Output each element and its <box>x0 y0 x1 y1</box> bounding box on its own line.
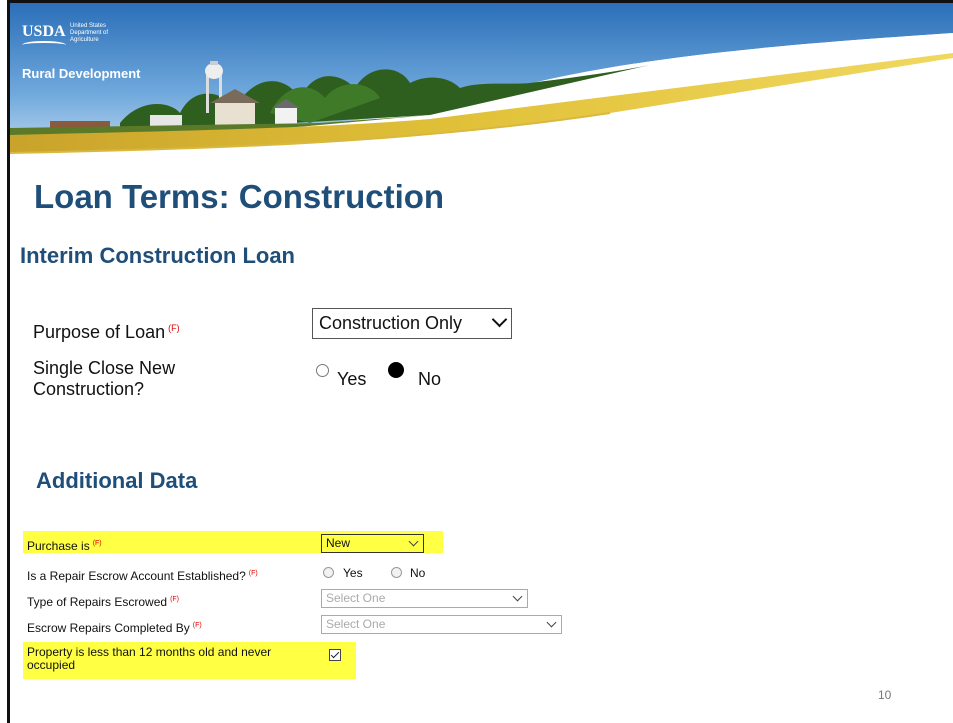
section-heading-additional: Additional Data <box>36 468 198 493</box>
usda-agency-name: United States Department of Agriculture <box>70 23 109 43</box>
single-close-label: Single Close New Construction? <box>33 358 176 399</box>
repairs-completed-text: Escrow Repairs Completed By <box>27 621 190 635</box>
field-flag: (F) <box>192 622 202 629</box>
repair-escrow-label: Is a Repair Escrow Account Established?(… <box>27 567 258 583</box>
repair-escrow-no-radio[interactable] <box>391 567 402 578</box>
repair-type-label: Type of Repairs Escrowed (F) <box>27 593 179 609</box>
repair-escrow-text: Is a Repair Escrow Account Established? <box>27 569 246 583</box>
purpose-of-loan-label: Purpose of Loan (F) <box>33 318 180 343</box>
purpose-of-loan-text: Purpose of Loan <box>33 322 166 342</box>
purchase-select[interactable]: New <box>321 534 424 553</box>
field-flag: (F) <box>92 540 102 547</box>
single-close-yes-label: Yes <box>337 369 367 389</box>
repairs-completed-select[interactable]: Select One <box>321 615 562 634</box>
page-title: Loan Terms: Construction <box>34 178 445 215</box>
chevron-down-icon <box>512 591 523 602</box>
repairs-completed-placeholder: Select One <box>326 617 386 631</box>
purchase-value: New <box>326 536 351 550</box>
header-banner: USDA United States Department of Agricul… <box>10 3 953 160</box>
single-close-yes-radio[interactable] <box>316 364 329 377</box>
property-label: Property is less than 12 months old and … <box>27 645 272 672</box>
chevron-down-icon <box>491 311 508 328</box>
slide-top-border <box>7 0 953 3</box>
usda-logo: USDA <box>22 23 66 40</box>
property-checkbox[interactable] <box>329 649 341 661</box>
banner-landscape-image <box>10 3 953 160</box>
field-flag: (F) <box>170 596 180 603</box>
slide: USDA United States Department of Agricul… <box>0 0 953 723</box>
single-close-no-radio[interactable] <box>388 362 404 378</box>
section-heading-interim: Interim Construction Loan <box>20 243 295 268</box>
repair-type-text: Type of Repairs Escrowed <box>27 595 168 609</box>
single-close-no-label: No <box>418 369 442 389</box>
repair-escrow-no-label: No <box>410 566 426 580</box>
repairs-completed-label: Escrow Repairs Completed By (F) <box>27 619 202 635</box>
usda-logo-swoosh <box>22 41 66 49</box>
field-flag: (F) <box>168 323 180 333</box>
purpose-of-loan-select[interactable]: Construction Only <box>312 308 512 339</box>
purchase-label: Purchase is (F) <box>27 537 102 553</box>
purchase-label-text: Purchase is <box>27 539 90 553</box>
purpose-of-loan-value: Construction Only <box>319 313 463 333</box>
slide-left-border <box>7 0 10 723</box>
repair-escrow-yes-radio[interactable] <box>323 567 334 578</box>
repair-type-select[interactable]: Select One <box>321 589 528 608</box>
chevron-down-icon <box>546 617 557 628</box>
org-name: Rural Development <box>22 66 141 81</box>
repair-escrow-yes-label: Yes <box>343 566 363 580</box>
chevron-down-icon <box>408 536 419 547</box>
field-flag: (F) <box>248 570 258 577</box>
repair-type-placeholder: Select One <box>326 591 386 605</box>
page-number: 10 <box>878 688 892 702</box>
